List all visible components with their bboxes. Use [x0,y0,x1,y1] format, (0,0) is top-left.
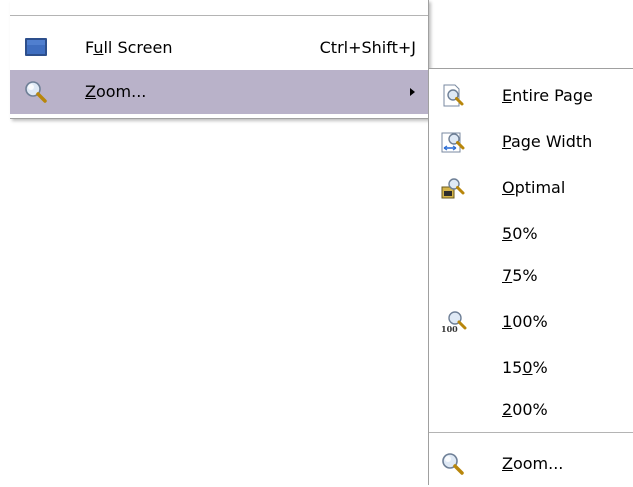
zoom-submenu: Entire Page Page Width Optimal 50% 75% 1… [428,68,633,485]
menu-item-label: Full Screen [85,38,173,57]
zoom-entire-page-icon [441,84,465,108]
menu-item-zoom-50[interactable]: 50% [429,211,633,257]
menu-item-page-width[interactable]: Page Width [429,119,633,165]
submenu-arrow-icon [410,88,415,96]
menu-item-label: 75% [502,266,538,285]
menu-item-label: 150% [502,358,548,377]
menu-item-zoom[interactable]: Zoom... [10,70,428,114]
menu-item-zoom-200[interactable]: 200% [429,387,633,433]
magnifier-icon [24,80,48,104]
menu-item-zoom-dialog[interactable]: Zoom... [429,441,633,487]
menu-item-zoom-150[interactable]: 150% [429,345,633,391]
zoom-page-width-icon [441,130,465,154]
menu-item-label: 100% [502,312,548,331]
menu-separator [429,432,633,433]
menu-item-label: Zoom... [85,82,147,101]
menu-item-zoom-100[interactable]: 100 100% [429,299,633,345]
menu-item-label: Zoom... [502,454,564,473]
magnifier-icon [441,452,465,476]
menu-separator [10,15,428,16]
menu-item-label: 50% [502,224,538,243]
menu-item-zoom-75[interactable]: 75% [429,253,633,299]
monitor-icon [24,36,48,60]
menu-item-optimal[interactable]: Optimal [429,165,633,211]
menu-item-full-screen[interactable]: Full Screen Ctrl+Shift+J [10,28,428,68]
menu-item-label: 200% [502,400,548,419]
menu-item-label: Optimal [502,178,566,197]
menu-item-label: Page Width [502,132,593,151]
svg-text:100: 100 [441,324,458,334]
menu-item-entire-page[interactable]: Entire Page [429,73,633,119]
zoom-100-icon: 100 [441,310,467,334]
view-menu: Full Screen Ctrl+Shift+J Zoom... [10,0,429,119]
menu-item-label: Entire Page [502,86,593,105]
zoom-optimal-icon [441,176,465,200]
shortcut-label: Ctrl+Shift+J [319,38,416,57]
